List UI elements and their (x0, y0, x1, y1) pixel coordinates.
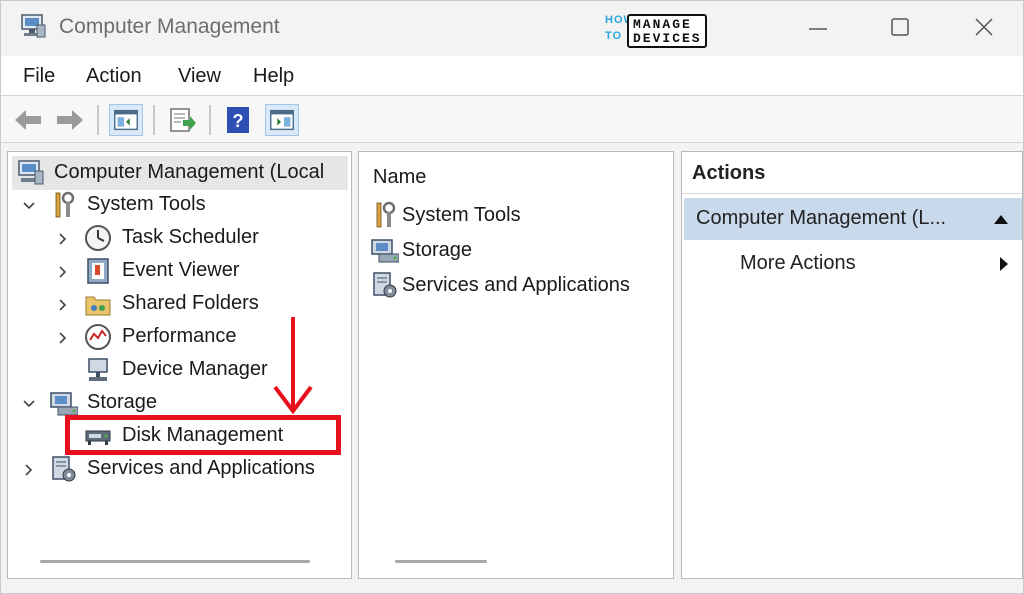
action-more-actions[interactable]: More Actions (740, 252, 856, 275)
chevron-right-icon[interactable] (56, 331, 70, 345)
forward-arrow-icon[interactable] (53, 104, 87, 136)
tree-item-storage[interactable]: Storage (87, 391, 157, 414)
toolbar-separator (209, 105, 211, 135)
show-hide-console-tree-icon[interactable] (109, 104, 143, 136)
help-icon[interactable]: ? (221, 104, 255, 136)
tree-horizontal-scrollbar[interactable] (40, 560, 310, 563)
logo-manage-text: MANAGE (633, 17, 692, 32)
export-list-icon[interactable] (165, 104, 199, 136)
shared-folders-icon (85, 296, 111, 316)
menu-file[interactable]: File (23, 65, 55, 88)
toolbar-separator (97, 105, 99, 135)
storage-icon (371, 239, 399, 263)
list-item-services-and-applications[interactable]: Services and Applications (402, 274, 630, 297)
disk-management-highlight-box (65, 415, 341, 455)
chevron-right-icon[interactable] (56, 232, 70, 246)
tree-item-services-and-applications[interactable]: Services and Applications (87, 457, 315, 480)
chevron-right-icon[interactable] (22, 463, 36, 477)
tree-item-computer-management-local[interactable]: Computer Management (Local (12, 156, 348, 190)
menu-view[interactable]: View (178, 65, 221, 88)
chevron-right-icon[interactable] (56, 265, 70, 279)
services-and-applications-icon (52, 456, 76, 482)
tree-item-shared-folders[interactable]: Shared Folders (122, 292, 259, 315)
minimize-button[interactable] (801, 13, 835, 43)
device-manager-icon (88, 358, 108, 381)
close-button[interactable] (967, 13, 1001, 43)
status-bar (1, 583, 1023, 593)
logo-box: MANAGE DEVICES (627, 14, 707, 48)
show-hide-action-pane-icon[interactable] (265, 104, 299, 136)
tree-item-performance[interactable]: Performance (122, 325, 237, 348)
svg-text:?: ? (233, 111, 244, 131)
system-tools-icon (376, 201, 396, 228)
tree-item-system-tools[interactable]: System Tools (87, 193, 206, 216)
logo-to-text: TO (605, 30, 623, 42)
chevron-down-icon[interactable] (22, 397, 36, 411)
submenu-arrow-icon[interactable] (998, 256, 1010, 272)
computer-management-icon (18, 160, 44, 185)
window-title: Computer Management (59, 15, 280, 38)
actions-header: Actions (682, 152, 1022, 194)
system-tools-icon (55, 191, 75, 218)
toolbar-separator (153, 105, 155, 135)
logo-devices-text: DEVICES (633, 31, 702, 46)
actions-section-label: Computer Management (L... (696, 207, 947, 229)
event-viewer-icon (87, 258, 109, 284)
list-item-storage[interactable]: Storage (402, 239, 472, 262)
list-item-system-tools[interactable]: System Tools (402, 204, 521, 227)
tree-item-device-manager[interactable]: Device Manager (122, 358, 268, 381)
red-pointer-arrow-icon (273, 317, 313, 415)
toolbar: ? (1, 97, 1023, 143)
actions-section-computer-management[interactable]: Computer Management (L... (684, 198, 1022, 240)
title-bar: Computer Management HOW TO MANAGE DEVICE… (1, 1, 1023, 56)
menu-help[interactable]: Help (253, 65, 294, 88)
tree-item-task-scheduler[interactable]: Task Scheduler (122, 226, 259, 249)
services-and-applications-icon (373, 272, 397, 298)
list-horizontal-scrollbar[interactable] (395, 560, 487, 563)
collapse-up-arrow-icon[interactable] (992, 212, 1010, 226)
task-scheduler-icon (85, 225, 111, 251)
chevron-down-icon[interactable] (22, 199, 36, 213)
menu-bar: File Action View Help (1, 56, 1023, 96)
actions-title: Actions (692, 162, 766, 184)
back-arrow-icon[interactable] (11, 104, 45, 136)
actions-pane: Actions Computer Management (L... More A… (681, 151, 1023, 579)
computer-management-app-icon (21, 14, 46, 38)
results-list-pane: Name System Tools Storage Services and A… (358, 151, 674, 579)
column-header-name[interactable]: Name (373, 166, 426, 189)
menu-action[interactable]: Action (86, 65, 142, 88)
computer-management-window: Computer Management HOW TO MANAGE DEVICE… (0, 0, 1024, 594)
performance-icon (85, 324, 111, 350)
tree-item-event-viewer[interactable]: Event Viewer (122, 259, 239, 282)
how-to-manage-devices-logo: HOW TO MANAGE DEVICES (605, 14, 707, 50)
maximize-button[interactable] (883, 13, 917, 43)
chevron-right-icon[interactable] (56, 298, 70, 312)
storage-icon (50, 392, 78, 416)
tree-root-label: Computer Management (Local (54, 161, 325, 183)
